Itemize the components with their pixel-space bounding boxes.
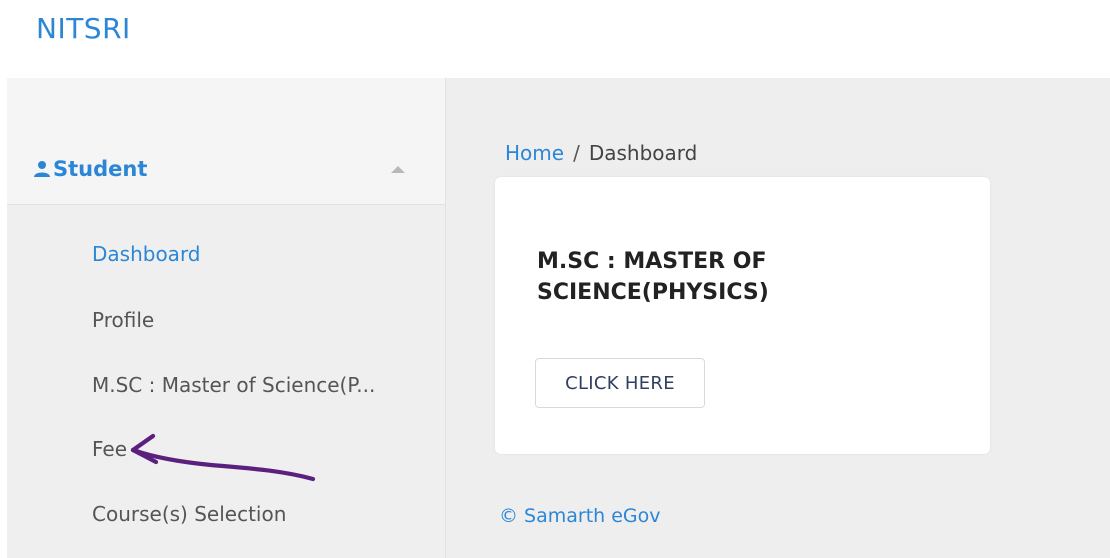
sidebar: Student Dashboard Profile M.SC : Master … bbox=[7, 78, 446, 558]
app-layout: Student Dashboard Profile M.SC : Master … bbox=[7, 78, 1110, 558]
brand-title[interactable]: NITSRI bbox=[36, 12, 131, 45]
sidebar-item-dashboard[interactable]: Dashboard bbox=[92, 242, 201, 266]
breadcrumb-separator: / bbox=[573, 141, 580, 165]
program-card: M.SC : MASTER OF SCIENCE(PHYSICS) CLICK … bbox=[495, 177, 990, 454]
sidebar-top: Student bbox=[7, 78, 445, 205]
sidebar-section-label: Student bbox=[53, 157, 148, 181]
sidebar-item-program[interactable]: M.SC : Master of Science(P... bbox=[92, 373, 375, 397]
sidebar-section-student[interactable]: Student bbox=[33, 156, 413, 188]
footer-credit: © Samarth eGov bbox=[499, 505, 661, 527]
sidebar-item-profile[interactable]: Profile bbox=[92, 308, 154, 332]
breadcrumb-home-link[interactable]: Home bbox=[505, 141, 564, 165]
breadcrumb-current: Dashboard bbox=[588, 141, 698, 165]
sidebar-item-course-selection[interactable]: Course(s) Selection bbox=[92, 502, 286, 526]
program-title: M.SC : MASTER OF SCIENCE(PHYSICS) bbox=[537, 249, 769, 305]
sidebar-item-fee[interactable]: Fee bbox=[92, 437, 127, 461]
caret-up-icon[interactable] bbox=[391, 166, 405, 173]
main-content: Home / Dashboard M.SC : MASTER OF SCIENCE(… bbox=[446, 78, 1110, 558]
click-here-button[interactable]: CLICK HERE bbox=[535, 358, 705, 408]
breadcrumb: Home / Dashboard bbox=[505, 141, 697, 165]
user-icon bbox=[34, 161, 50, 177]
